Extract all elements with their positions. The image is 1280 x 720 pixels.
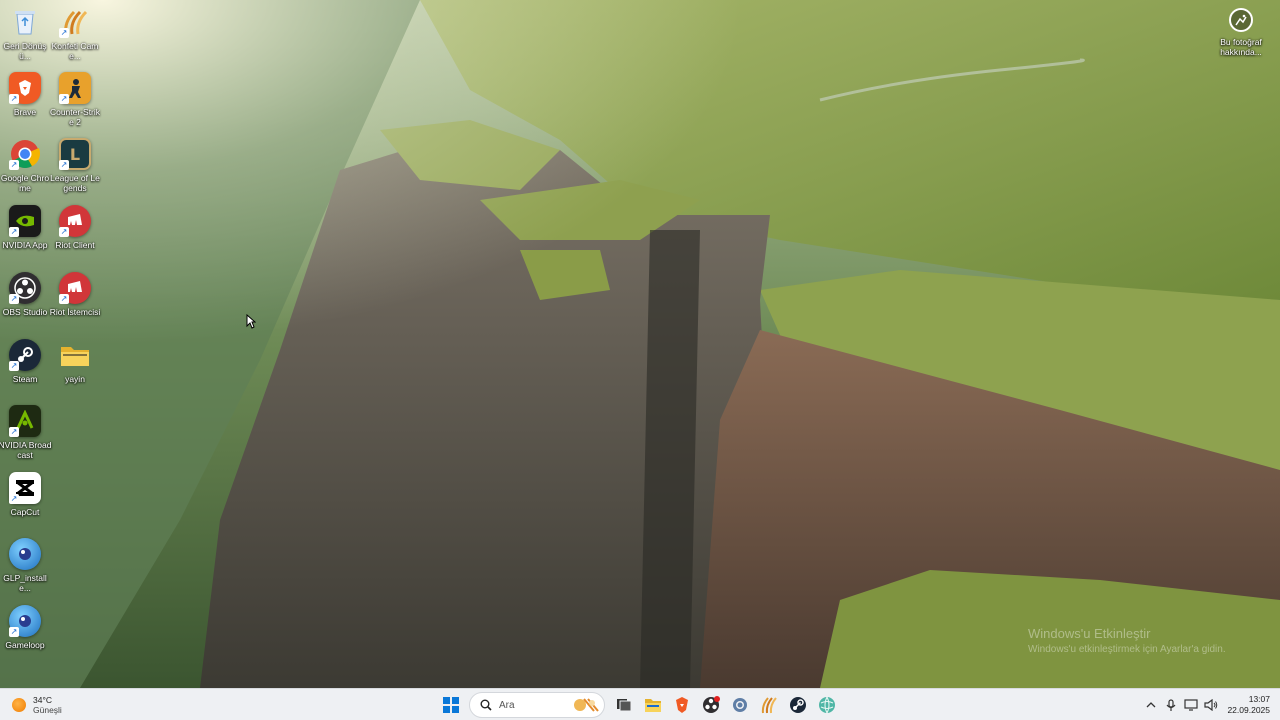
counter-strike-label: Counter-Strike 2 [49,107,101,127]
show-hidden-icons-button[interactable] [1141,691,1161,719]
about-photo-label: Bu fotoğraf hakkında... [1220,37,1262,57]
settings-icon [732,698,747,712]
nvidia-app-label: NVIDIA App [2,240,48,250]
task-view-icon [616,699,631,712]
shortcut-arrow-icon: ↗ [9,160,19,170]
steam-taskbar-button[interactable] [784,691,812,719]
gameloop-shortcut[interactable]: ↗ Gameloop [0,605,50,669]
windows-logo-icon [442,697,459,713]
start-button[interactable] [437,691,465,719]
capcut-label: CapCut [10,507,40,517]
riot-client-shortcut[interactable]: ↗ Riot Client [50,205,100,269]
glp-installer-icon [9,538,41,570]
chrome-shortcut[interactable]: ↗ Google Chrome [0,138,50,202]
glp-installer-shortcut[interactable]: GLP_installe... [0,538,50,602]
recycle-bin[interactable]: Geri Dönüşü... [0,6,50,70]
taskbar-clock[interactable]: 13:07 22.09.2025 [1227,694,1270,716]
file-explorer-button[interactable] [639,691,667,719]
brave-taskbar-icon [675,697,688,713]
obs-taskbar-button[interactable] [697,691,725,719]
yayin-label: yayin [65,374,85,384]
weather-temperature: 34°C [33,695,52,705]
shortcut-arrow-icon: ↗ [9,427,19,437]
league-of-legends-shortcut[interactable]: L ↗ League of Legends [50,138,100,202]
konfeti-camera[interactable]: ↗ Konfeti Came... [50,6,100,70]
konfeti-taskbar-icon [761,697,777,714]
watermark-title: Windows'u Etkinleştir [1028,626,1151,641]
shortcut-arrow-icon: ↗ [59,94,69,104]
recycle-bin-icon [9,6,41,38]
shortcut-arrow-icon: ↗ [9,227,19,237]
nvidia-broadcast-label: NVIDIA Broadcast [0,440,52,460]
shortcut-arrow-icon: ↗ [9,361,19,371]
obs-studio-label: OBS Studio [2,307,48,317]
chrome-label: Google Chrome [0,173,50,193]
shortcut-arrow-icon: ↗ [59,160,69,170]
counter-strike-shortcut[interactable]: ↗ Counter-Strike 2 [50,72,100,136]
shortcut-arrow-icon: ↗ [9,94,19,104]
shortcut-arrow-icon: ↗ [59,28,69,38]
watermark-subtitle: Windows'u etkinleştirmek için Ayarlar'a … [1028,644,1226,655]
network-icon [1184,699,1199,711]
activate-windows-watermark: Windows'u Etkinleştir Windows'u etkinleş… [1028,626,1226,655]
speaker-icon [1204,699,1218,711]
konfeti-label: Konfeti Came... [51,41,99,61]
steam-taskbar-icon [789,697,806,713]
obs-studio-shortcut[interactable]: ↗ OBS Studio [0,272,50,336]
shortcut-arrow-icon: ↗ [9,294,19,304]
glp-installer-label: GLP_installe... [3,573,47,593]
desktop-wallpaper [0,0,1280,688]
search-highlight-icon [574,698,599,712]
brave-shortcut[interactable]: ↗ Brave [0,72,50,136]
yayin-folder[interactable]: yayin [50,339,100,403]
konfeti-taskbar-button[interactable] [755,691,783,719]
nvidia-app-shortcut[interactable]: ↗ NVIDIA App [0,205,50,269]
chevron-up-icon [1146,702,1156,708]
steam-shortcut[interactable]: ↗ Steam [0,339,50,403]
weather-widget[interactable]: 34°C Güneşli [12,694,62,716]
globe-app-button[interactable] [813,691,841,719]
league-of-legends-label: League of Legends [50,173,100,193]
sun-icon [12,698,26,712]
riot-istemcisi-shortcut[interactable]: ↗ Riot İstemcisi [50,272,100,336]
recycle-bin-label: Geri Dönüşü... [3,41,47,61]
about-photo-button[interactable]: Bu fotoğraf hakkında... [1202,8,1280,57]
riot-istemcisi-label: Riot İstemcisi [49,307,101,317]
steam-label: Steam [12,374,38,384]
weather-condition: Güneşli [33,705,62,715]
obs-taskbar-icon [702,696,720,713]
search-box[interactable]: Ara [469,692,605,718]
riot-client-label: Riot Client [55,240,95,250]
camera-info-icon [1229,8,1253,32]
shortcut-arrow-icon: ↗ [59,294,69,304]
microphone-button[interactable] [1161,691,1181,719]
clock-time: 13:07 [1248,694,1270,704]
file-explorer-icon [644,699,661,712]
globe-app-icon [818,696,835,714]
system-tray: 13:07 22.09.2025 [1141,689,1280,720]
taskbar: 34°C Güneşli Ara 13:07 22.09.2025 [0,688,1280,720]
volume-button[interactable] [1201,691,1221,719]
settings-button[interactable] [726,691,754,719]
nvidia-broadcast-shortcut[interactable]: ↗ NVIDIA Broadcast [0,405,52,469]
taskbar-center: Ara [436,689,841,720]
search-icon [480,699,492,711]
search-placeholder: Ara [499,699,515,711]
microphone-icon [1166,698,1176,711]
shortcut-arrow-icon: ↗ [9,627,19,637]
mouse-pointer-icon [246,313,257,333]
folder-icon [59,339,91,371]
brave-taskbar-button[interactable] [668,691,696,719]
gameloop-label: Gameloop [5,640,45,650]
task-view-button[interactable] [610,691,638,719]
network-button[interactable] [1181,691,1201,719]
clock-date: 22.09.2025 [1227,705,1270,715]
shortcut-arrow-icon: ↗ [9,494,19,504]
shortcut-arrow-icon: ↗ [59,227,69,237]
capcut-shortcut[interactable]: ↗ CapCut [0,472,50,536]
brave-label: Brave [13,107,37,117]
